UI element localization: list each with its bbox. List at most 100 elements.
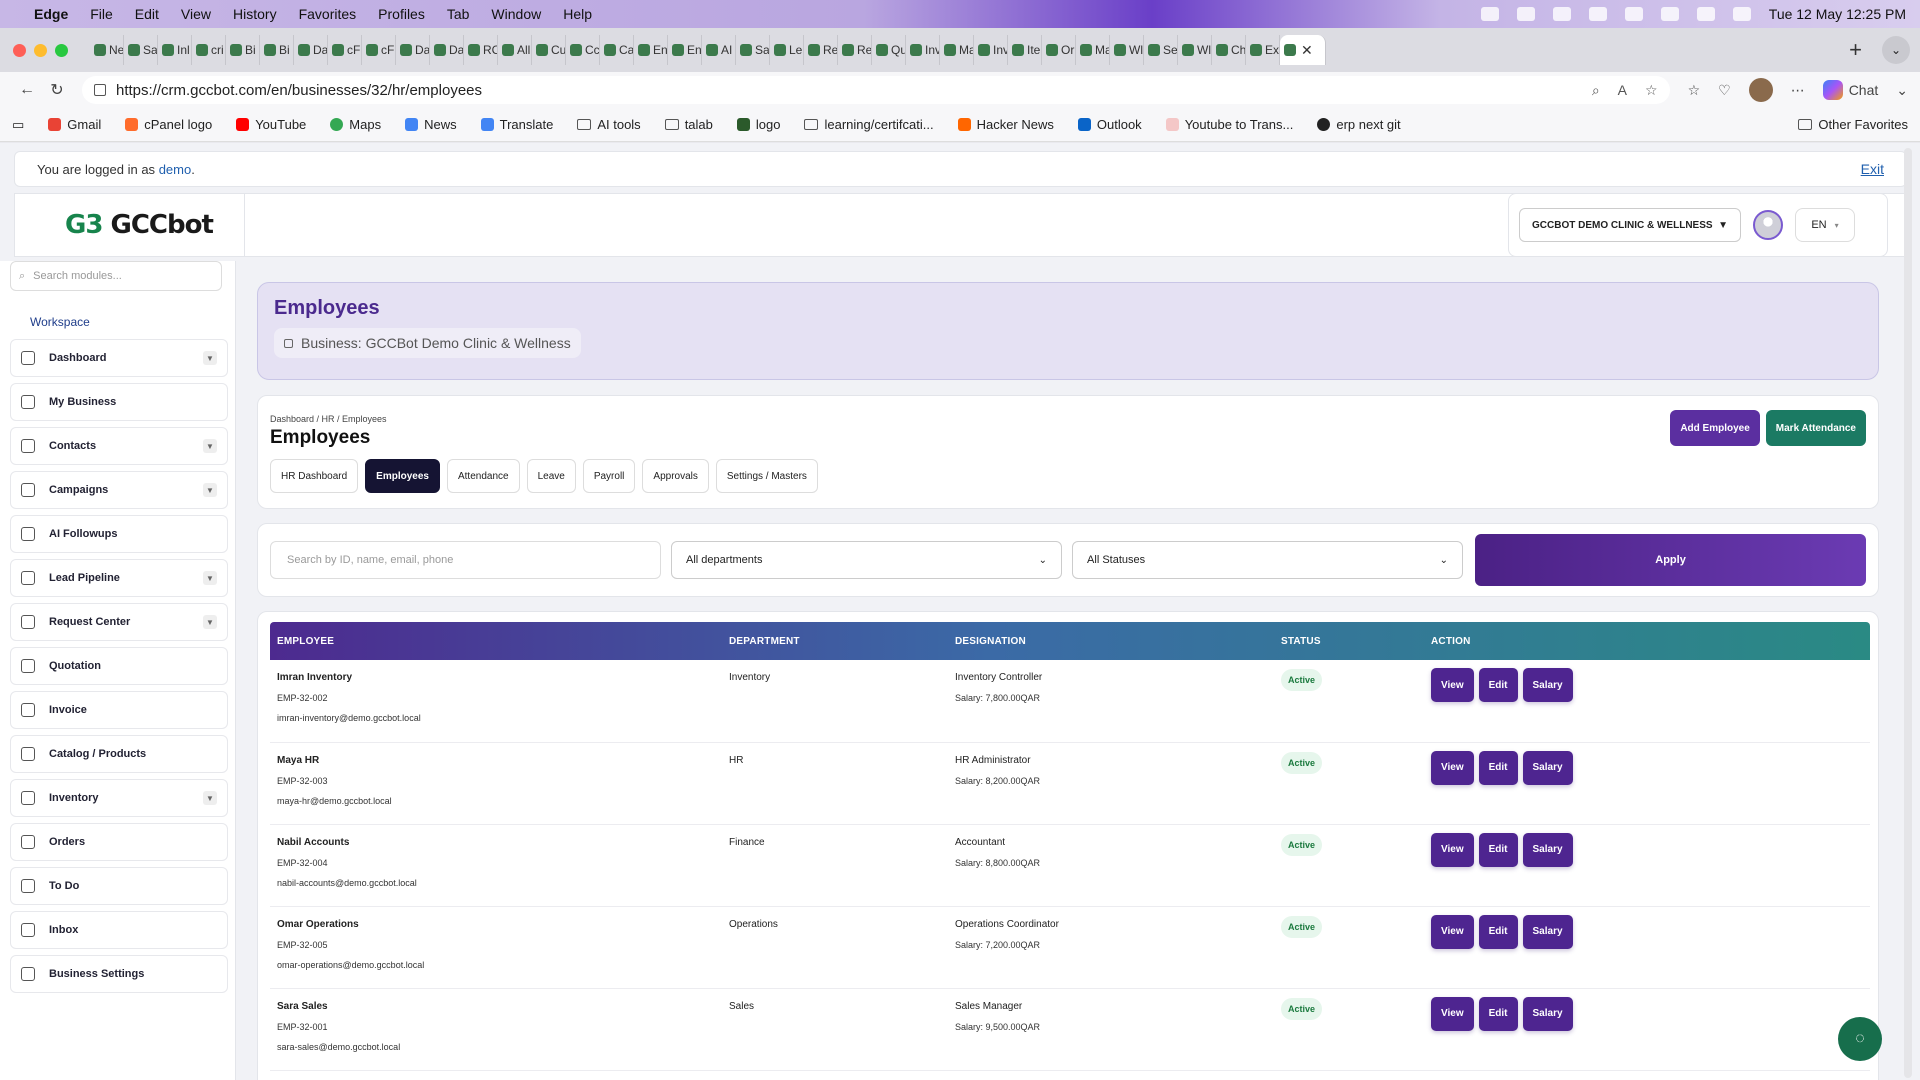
new-tab-icon[interactable]: + [1849, 37, 1862, 63]
favorites-icon[interactable]: ☆ [1688, 82, 1701, 99]
mark-attendance-button[interactable]: Mark Attendance [1765, 410, 1866, 446]
sidebar-toggle-icon[interactable]: ▭ [12, 117, 24, 133]
browser-tab[interactable]: Da [294, 35, 328, 65]
tab-search-icon[interactable]: ⌄ [1882, 36, 1910, 64]
site-info-icon[interactable] [94, 84, 106, 96]
app-logo[interactable]: G3 GCCbot [15, 194, 245, 256]
browser-tab[interactable]: Ite [1008, 35, 1042, 65]
tab-approvals[interactable]: Approvals [642, 459, 709, 493]
view-button[interactable]: View [1431, 914, 1474, 949]
edit-button[interactable]: Edit [1478, 914, 1518, 949]
close-tab-icon[interactable]: ✕ [1301, 42, 1313, 59]
browser-tab[interactable]: Da [430, 35, 464, 65]
browser-tab[interactable]: Ma [940, 35, 974, 65]
browser-tab[interactable]: cF [362, 35, 396, 65]
bookmark-logo[interactable]: logo [736, 117, 780, 132]
language-selector[interactable]: EN ▾ [1795, 208, 1855, 242]
sidebar-item-orders[interactable]: Orders [10, 823, 228, 861]
employee-search-input[interactable]: Search by ID, name, email, phone [270, 541, 662, 579]
browser-tab[interactable]: RC [464, 35, 498, 65]
menu-file[interactable]: File [90, 6, 113, 22]
view-button[interactable]: View [1431, 832, 1474, 867]
bookmark-youtube[interactable]: YouTube [236, 117, 306, 132]
chat-fab-button[interactable]: ◌ [1838, 1017, 1882, 1061]
browser-tab[interactable]: All [498, 35, 532, 65]
menu-edit[interactable]: Edit [135, 6, 159, 22]
browser-tab[interactable]: Cu [532, 35, 566, 65]
more-icon[interactable]: ⋯ [1791, 82, 1805, 99]
salary-button[interactable]: Salary [1522, 668, 1573, 702]
bookmark-learning[interactable]: learning/certifcati... [804, 117, 934, 132]
chevron-down-icon[interactable]: ⌄ [1896, 82, 1908, 99]
sidebar-item-business-settings[interactable]: Business Settings [10, 955, 228, 993]
browser-tab[interactable]: Ex [1246, 35, 1280, 65]
menubar-clock[interactable]: Tue 12 May 12:25 PM [1769, 6, 1906, 22]
department-select[interactable]: All departments ⌄ [671, 541, 1063, 579]
menu-view[interactable]: View [181, 6, 211, 22]
sidebar-item-inventory[interactable]: Inventory ▼ [10, 779, 228, 817]
salary-button[interactable]: Salary [1522, 996, 1573, 1031]
browser-tab[interactable]: Ne [90, 35, 124, 65]
sidebar-item-my-business[interactable]: My Business [10, 383, 228, 421]
chevron-down-icon[interactable]: ▼ [203, 791, 217, 805]
browser-tab[interactable]: Ma [1076, 35, 1110, 65]
tab-employees[interactable]: Employees [365, 459, 440, 493]
tab-payroll[interactable]: Payroll [582, 459, 636, 493]
copilot-chat-button[interactable]: Chat [1822, 80, 1878, 100]
browser-tab[interactable]: Re [838, 35, 872, 65]
salary-button[interactable]: Salary [1522, 750, 1573, 785]
browser-tab[interactable]: Le [770, 35, 804, 65]
bookmark-cpanel[interactable]: cPanel logo [125, 117, 212, 132]
salary-button[interactable]: Salary [1522, 914, 1573, 949]
menu-tab[interactable]: Tab [447, 6, 470, 22]
edit-button[interactable]: Edit [1478, 668, 1518, 702]
tray-icon[interactable] [1588, 7, 1607, 21]
sidebar-item-invoice[interactable]: Invoice [10, 691, 228, 729]
browser-tab[interactable]: Inv [906, 35, 940, 65]
control-center-icon[interactable] [1732, 7, 1751, 21]
apply-button[interactable]: Apply [1475, 534, 1866, 586]
other-favorites[interactable]: Other Favorites [1798, 117, 1908, 132]
sidebar-item-campaigns[interactable]: Campaigns ▼ [10, 471, 228, 509]
cloud-icon[interactable] [1552, 7, 1571, 21]
browser-tab[interactable]: Sa [736, 35, 770, 65]
edit-button[interactable]: Edit [1478, 996, 1518, 1031]
browser-essentials-icon[interactable]: ♡ [1718, 82, 1731, 99]
sidebar-item-catalog-products[interactable]: Catalog / Products [10, 735, 228, 773]
browser-tab[interactable]: Cc [566, 35, 600, 65]
menu-favorites[interactable]: Favorites [299, 6, 357, 22]
chevron-down-icon[interactable]: ▼ [203, 351, 217, 365]
edit-button[interactable]: Edit [1478, 750, 1518, 785]
browser-tab[interactable]: Bi [226, 35, 260, 65]
browser-tab[interactable]: Qu [872, 35, 906, 65]
chevron-down-icon[interactable]: ▼ [203, 615, 217, 629]
minimize-window-icon[interactable] [34, 43, 47, 57]
sidebar-item-to-do[interactable]: To Do [10, 867, 228, 905]
browser-tab[interactable]: Da [396, 35, 430, 65]
browser-tab[interactable]: En [634, 35, 668, 65]
back-icon[interactable]: ← [12, 81, 42, 99]
exit-link[interactable]: Exit [1861, 161, 1884, 177]
browser-tab[interactable]: En [668, 35, 702, 65]
browser-tab[interactable]: Se [1144, 35, 1178, 65]
search-icon[interactable] [1696, 7, 1715, 21]
user-avatar[interactable] [1753, 210, 1783, 240]
sidebar-item-dashboard[interactable]: Dashboard ▼ [10, 339, 228, 377]
browser-tab[interactable]: Ca [600, 35, 634, 65]
view-button[interactable]: View [1431, 996, 1474, 1031]
browser-tab[interactable]: Ch [1212, 35, 1246, 65]
wifi-icon[interactable] [1660, 7, 1679, 21]
bookmark-maps[interactable]: Maps [330, 117, 381, 132]
status-select[interactable]: All Statuses ⌄ [1072, 541, 1464, 579]
tab-settings-masters[interactable]: Settings / Masters [715, 459, 818, 493]
salary-button[interactable]: Salary [1522, 832, 1573, 867]
bookmark-gmail[interactable]: Gmail [48, 117, 101, 132]
favorite-star-icon[interactable]: ☆ [1645, 82, 1658, 99]
page-scrollbar[interactable] [1904, 148, 1912, 1078]
sidebar-item-quotation[interactable]: Quotation [10, 647, 228, 685]
sidebar-item-lead-pipeline[interactable]: Lead Pipeline ▼ [10, 559, 228, 597]
browser-tab[interactable]: Re [804, 35, 838, 65]
tray-icon[interactable] [1480, 7, 1499, 21]
fullscreen-window-icon[interactable] [55, 43, 68, 57]
view-button[interactable]: View [1431, 750, 1474, 785]
